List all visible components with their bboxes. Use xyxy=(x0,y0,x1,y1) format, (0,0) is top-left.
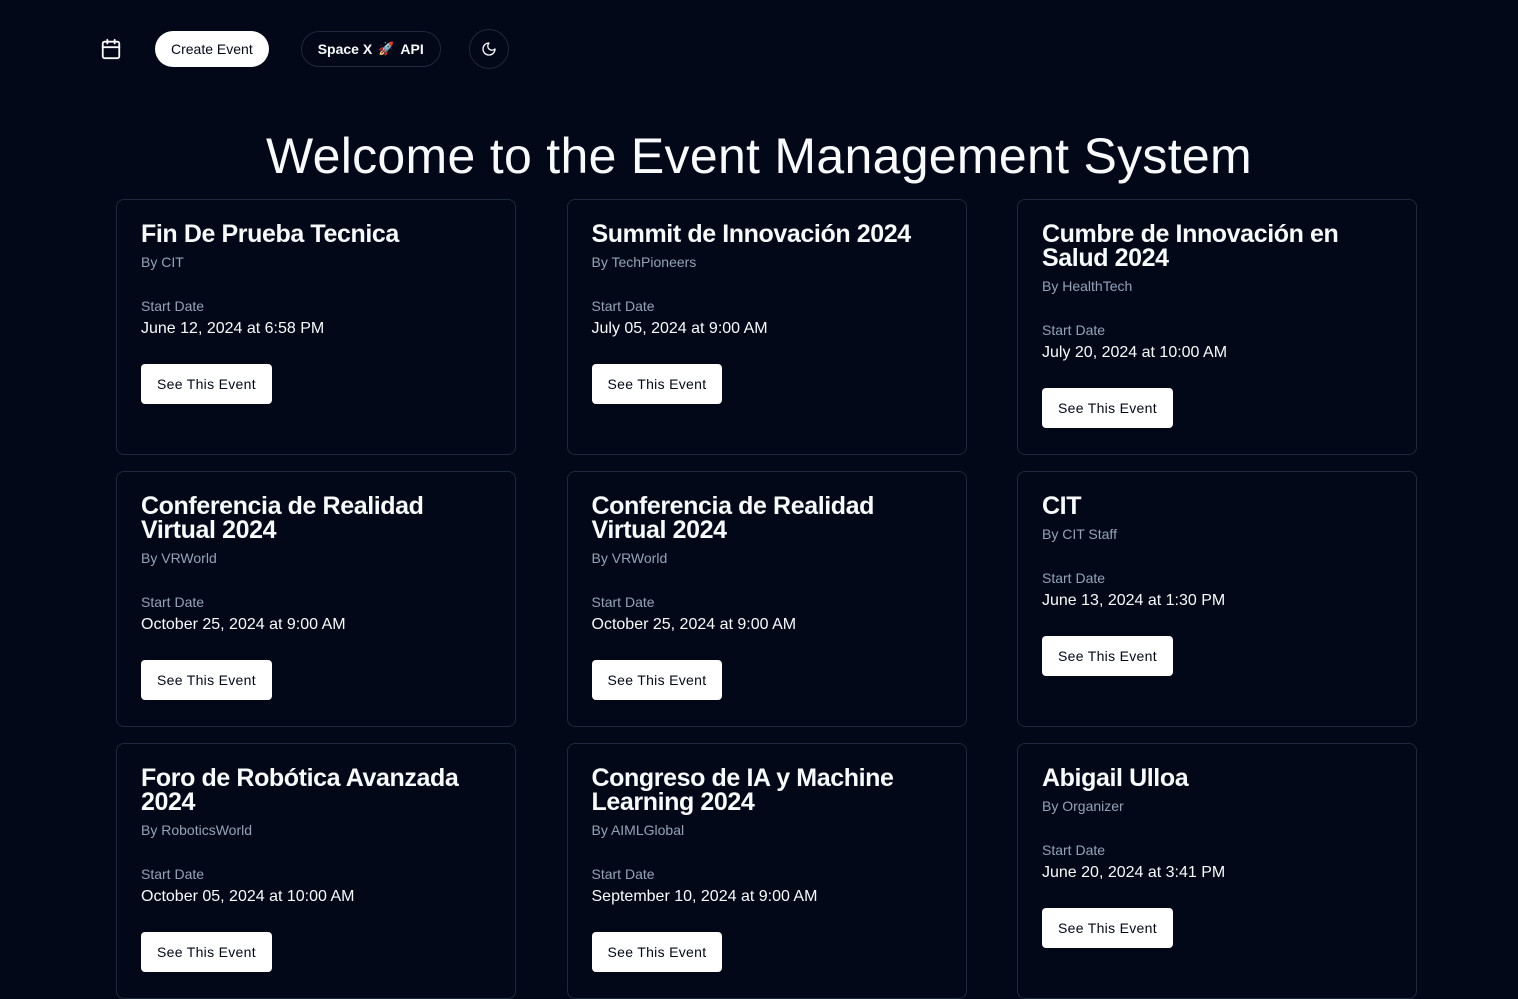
event-title: Congreso de IA y Machine Learning 2024 xyxy=(591,764,894,816)
event-title: Foro de Robótica Avanzada 2024 xyxy=(141,764,459,816)
see-event-button[interactable]: See This Event xyxy=(1042,388,1173,428)
event-organizer: By HealthTech xyxy=(1042,278,1133,294)
event-card: Congreso de IA y Machine Learning 2024 B… xyxy=(566,743,967,999)
top-nav: Create Event Space X 🚀 API xyxy=(99,29,509,69)
event-start-date: July 20, 2024 at 10:00 AM xyxy=(1042,344,1228,361)
event-card: Fin De Prueba Tecnica By CIT Start Date … xyxy=(116,199,516,455)
see-event-button[interactable]: See This Event xyxy=(141,364,272,404)
event-title: Cumbre de Innovación en Salud 2024 xyxy=(1042,220,1339,272)
start-date-label: Start Date xyxy=(1042,570,1106,586)
see-event-button[interactable]: See This Event xyxy=(591,932,723,972)
rocket-icon: 🚀 xyxy=(378,41,395,56)
event-organizer: By CIT Staff xyxy=(1042,526,1117,542)
page-title: Welcome to the Event Management System xyxy=(266,128,1252,184)
start-date-label: Start Date xyxy=(141,298,205,314)
start-date-label: Start Date xyxy=(591,866,655,882)
start-date-label: Start Date xyxy=(1042,322,1106,338)
event-card: CIT By CIT Staff Start Date June 13, 202… xyxy=(1017,471,1417,727)
moon-icon xyxy=(481,41,497,57)
event-organizer: By TechPioneers xyxy=(591,254,697,270)
start-date-label: Start Date xyxy=(141,866,205,882)
calendar-icon[interactable] xyxy=(99,37,123,61)
see-event-button[interactable]: See This Event xyxy=(141,932,272,972)
event-title: Conferencia de Realidad Virtual 2024 xyxy=(141,492,424,544)
event-organizer: By VRWorld xyxy=(141,550,217,566)
event-organizer: By CIT xyxy=(141,254,184,270)
see-event-button[interactable]: See This Event xyxy=(1042,908,1173,948)
event-start-date: October 05, 2024 at 10:00 AM xyxy=(141,888,355,905)
create-event-button[interactable]: Create Event xyxy=(155,31,269,67)
event-title: Abigail Ulloa xyxy=(1042,764,1189,792)
event-organizer: By AIMLGlobal xyxy=(591,822,685,838)
api-button-suffix: API xyxy=(400,41,424,57)
event-title: Summit de Innovación 2024 xyxy=(591,220,912,248)
start-date-label: Start Date xyxy=(591,298,655,314)
event-card: Conferencia de Realidad Virtual 2024 By … xyxy=(116,471,516,727)
events-grid: Fin De Prueba Tecnica By CIT Start Date … xyxy=(116,199,1417,999)
event-start-date: October 25, 2024 at 9:00 AM xyxy=(591,616,797,633)
spacex-api-button[interactable]: Space X 🚀 API xyxy=(300,31,441,67)
see-event-button[interactable]: See This Event xyxy=(141,660,272,700)
event-start-date: June 13, 2024 at 1:30 PM xyxy=(1042,592,1226,609)
see-event-button[interactable]: See This Event xyxy=(591,364,723,404)
event-start-date: July 05, 2024 at 9:00 AM xyxy=(591,320,768,337)
event-organizer: By Organizer xyxy=(1042,798,1124,814)
api-button-prefix: Space X xyxy=(317,41,373,57)
event-start-date: October 25, 2024 at 9:00 AM xyxy=(141,616,346,633)
theme-toggle-button[interactable] xyxy=(468,29,509,69)
see-event-button[interactable]: See This Event xyxy=(591,660,723,700)
start-date-label: Start Date xyxy=(1042,842,1106,858)
event-organizer: By RoboticsWorld xyxy=(141,822,253,838)
event-card: Summit de Innovación 2024 By TechPioneer… xyxy=(566,199,967,455)
event-title: Conferencia de Realidad Virtual 2024 xyxy=(591,492,875,544)
event-title: Fin De Prueba Tecnica xyxy=(141,220,399,248)
event-card: Abigail Ulloa By Organizer Start Date Ju… xyxy=(1017,743,1417,999)
see-event-button[interactable]: See This Event xyxy=(1042,636,1173,676)
event-start-date: June 20, 2024 at 3:41 PM xyxy=(1042,864,1226,881)
event-organizer: By VRWorld xyxy=(591,550,668,566)
start-date-label: Start Date xyxy=(141,594,205,610)
event-start-date: September 10, 2024 at 9:00 AM xyxy=(591,888,818,905)
event-card: Conferencia de Realidad Virtual 2024 By … xyxy=(566,471,967,727)
start-date-label: Start Date xyxy=(591,594,655,610)
event-card: Foro de Robótica Avanzada 2024 By Roboti… xyxy=(116,743,516,999)
event-start-date: June 12, 2024 at 6:58 PM xyxy=(141,320,325,337)
event-title: CIT xyxy=(1042,492,1082,520)
event-card: Cumbre de Innovación en Salud 2024 By He… xyxy=(1017,199,1417,455)
